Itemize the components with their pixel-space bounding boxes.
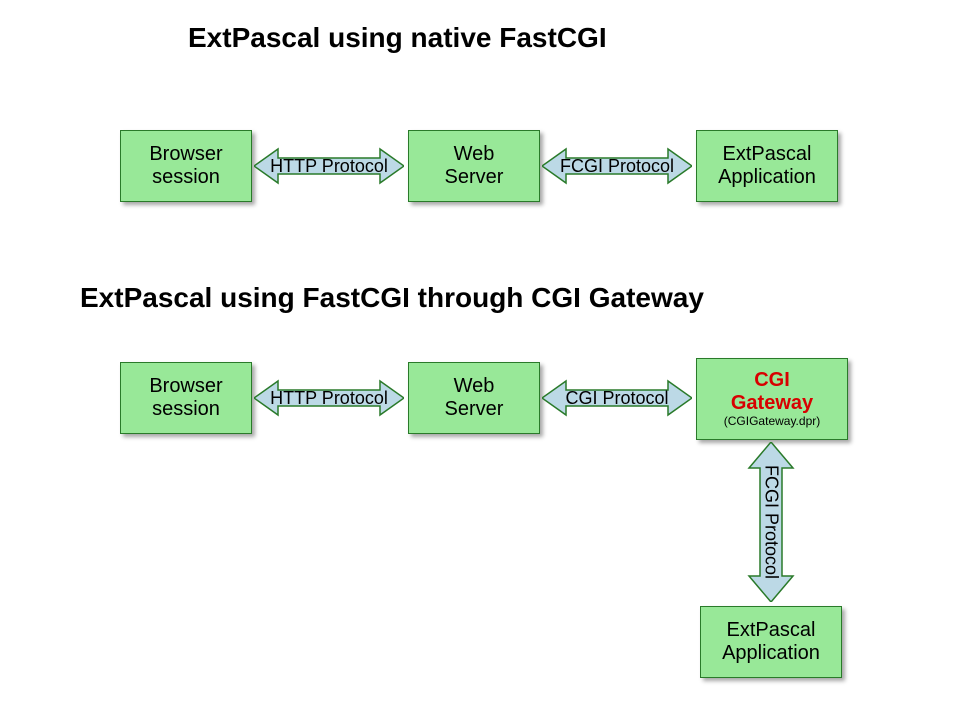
label: Server	[445, 398, 504, 421]
box-web-server-2: Web Server	[408, 362, 540, 434]
label: Browser	[149, 143, 222, 166]
box-extpascal-app-2: ExtPascal Application	[700, 606, 842, 678]
arrow-http-1: HTTP Protocol	[254, 146, 404, 186]
box-cgi-gateway: CGI Gateway (CGIGateway.dpr)	[696, 358, 848, 440]
label: Application	[722, 642, 820, 665]
label: Server	[445, 166, 504, 189]
arrow-cgi-2: CGI Protocol	[542, 378, 692, 418]
title-cgi-gateway: ExtPascal using FastCGI through CGI Gate…	[80, 282, 704, 314]
label: Web	[454, 143, 495, 166]
box-browser-session-1: Browser session	[120, 130, 252, 202]
arrow-fcgi-vertical: FCGI Protocol	[746, 442, 796, 602]
label: Application	[718, 166, 816, 189]
label: Gateway	[731, 392, 813, 415]
box-browser-session-2: Browser session	[120, 362, 252, 434]
box-web-server-1: Web Server	[408, 130, 540, 202]
label: Web	[454, 375, 495, 398]
label: ExtPascal	[723, 143, 812, 166]
title-native-fastcgi: ExtPascal using native FastCGI	[188, 22, 607, 54]
label: CGI	[754, 369, 790, 392]
arrow-fcgi-1: FCGI Protocol	[542, 146, 692, 186]
label: session	[152, 166, 220, 189]
diagram-stage: ExtPascal using native FastCGI Browser s…	[0, 0, 960, 720]
arrow-http-2: HTTP Protocol	[254, 378, 404, 418]
label-sub: (CGIGateway.dpr)	[724, 415, 820, 429]
label: ExtPascal	[727, 619, 816, 642]
label: session	[152, 398, 220, 421]
label: Browser	[149, 375, 222, 398]
box-extpascal-app-1: ExtPascal Application	[696, 130, 838, 202]
